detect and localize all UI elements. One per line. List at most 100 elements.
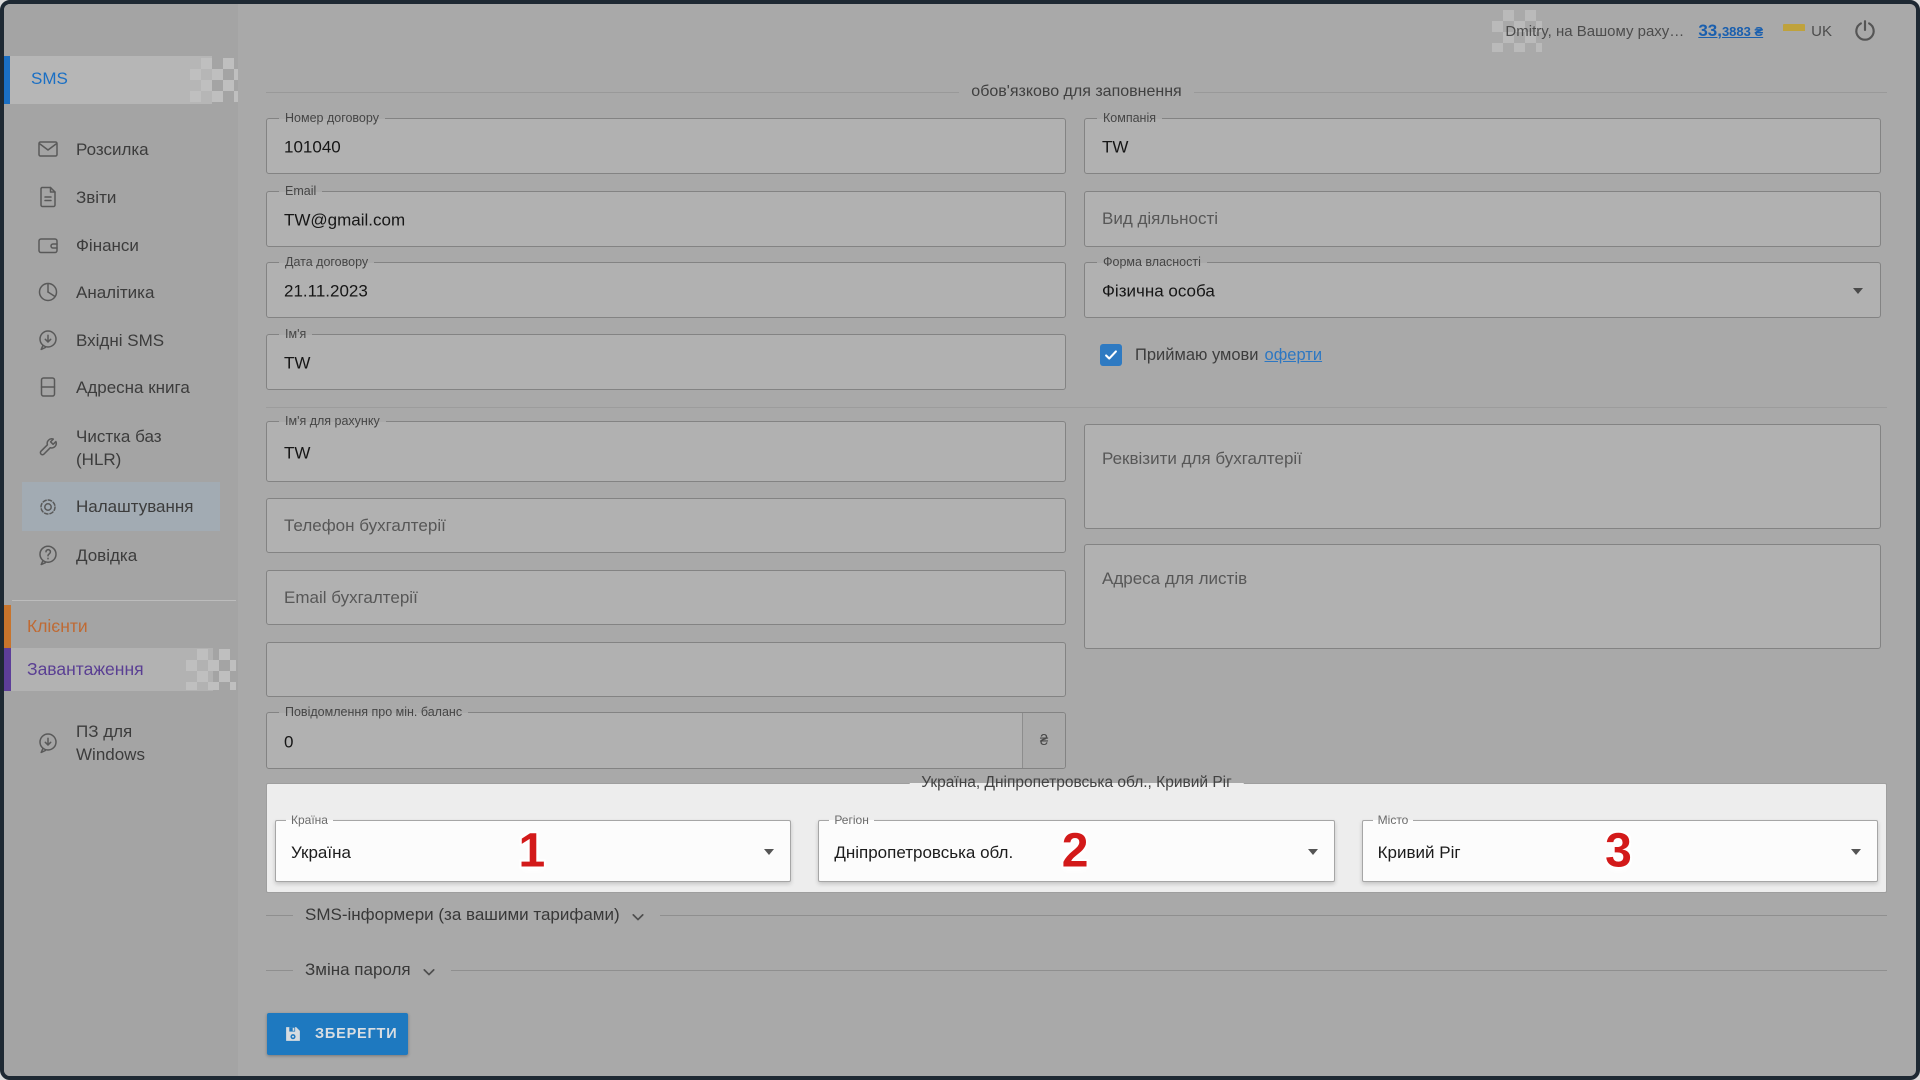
- activity-placeholder: Вид діяльності: [1102, 209, 1218, 229]
- name-value: TW: [284, 354, 310, 374]
- sidebar-item-reports[interactable]: Звіти: [4, 174, 238, 220]
- change-password-collapsible: Зміна пароля: [266, 959, 1887, 981]
- header-user-area: Dmitry, на Вашому раху… 33,3883 ₴ UK: [1505, 4, 1878, 58]
- requisites-placeholder: Реквізити для бухгалтерії: [1102, 449, 1302, 469]
- contract-number-field[interactable]: Номер договору 101040: [266, 118, 1066, 174]
- pie-chart-icon: [36, 280, 60, 304]
- annotation-badge-2: 2: [1062, 824, 1089, 879]
- sidebar-item-finance[interactable]: Фінанси: [4, 222, 238, 268]
- annotation-badge-3: 3: [1605, 824, 1632, 879]
- city-value: Кривий Ріг: [1378, 843, 1461, 863]
- sidebar-item-incoming-sms[interactable]: Вхідні SMS: [4, 317, 238, 363]
- letters-address-placeholder: Адреса для листів: [1102, 569, 1247, 589]
- min-balance-field[interactable]: Повідомлення про мін. баланс 0 ₴: [266, 712, 1066, 769]
- account-name-value: TW: [284, 443, 310, 463]
- language-switcher[interactable]: UK: [1811, 23, 1832, 40]
- change-password-toggle[interactable]: Зміна пароля: [305, 960, 411, 980]
- sidebar-sms-label: SMS: [31, 69, 68, 89]
- city-label: Місто: [1373, 813, 1414, 827]
- company-label: Компанія: [1097, 111, 1162, 126]
- sidebar-item-address-book[interactable]: Адресна книга: [4, 364, 238, 410]
- sidebar-item-hlr-cleaning[interactable]: Чистка баз (HLR): [4, 416, 238, 480]
- account-name-field[interactable]: Ім'я для рахунку TW: [266, 421, 1066, 482]
- city-select[interactable]: Місто Кривий Ріг 3: [1362, 820, 1878, 882]
- region-label: Регіон: [829, 813, 874, 827]
- accounting-email-placeholder: Email бухгалтерії: [284, 588, 418, 608]
- address-book-icon: [36, 375, 60, 399]
- sms-informers-toggle[interactable]: SMS-інформери (за вашими тарифами): [305, 905, 620, 925]
- save-button[interactable]: ЗБЕРЕГТИ: [267, 1013, 408, 1055]
- chevron-down-icon[interactable]: [421, 966, 437, 978]
- required-section-header: обов'язково для заповнення: [266, 83, 1887, 101]
- currency-suffix: ₴: [1022, 713, 1065, 768]
- required-legend: обов'язково для заповнення: [959, 83, 1193, 101]
- company-field[interactable]: Компанія TW: [1084, 118, 1881, 174]
- gear-icon: [36, 495, 60, 519]
- sidebar-item-downloads[interactable]: Завантаження: [4, 648, 238, 691]
- company-value: TW: [1102, 138, 1128, 158]
- download-icon: [36, 731, 60, 755]
- accounting-email-field[interactable]: Email бухгалтерії: [266, 570, 1066, 625]
- report-icon: [36, 185, 60, 209]
- sidebar-item-help[interactable]: Довідка: [4, 532, 238, 578]
- chevron-down-icon: [764, 849, 774, 855]
- account-summary-text[interactable]: Dmitry, на Вашому раху…: [1505, 23, 1684, 40]
- ownership-label: Форма власності: [1097, 255, 1207, 270]
- country-value: Україна: [291, 843, 351, 863]
- chevron-down-icon: [1851, 849, 1861, 855]
- transparency-checker-decoration: [186, 649, 236, 690]
- chevron-down-icon: [1853, 288, 1863, 294]
- accounting-requisites-textarea[interactable]: Реквізити для бухгалтерії: [1084, 424, 1881, 529]
- accounting-phone-field[interactable]: Телефон бухгалтерії: [266, 498, 1066, 553]
- sidebar-item-clients[interactable]: Клієнти: [4, 605, 238, 648]
- settings-page: Dmitry, на Вашому раху… 33,3883 ₴ UK SMS…: [0, 0, 1920, 1080]
- offer-terms-row: Приймаю умови оферти: [1100, 344, 1322, 366]
- sidebar-item-analytics[interactable]: Аналітика: [4, 269, 238, 315]
- logout-power-icon[interactable]: [1852, 18, 1878, 44]
- sidebar-item-mailing[interactable]: Розсилка: [4, 126, 238, 172]
- empty-field[interactable]: [266, 642, 1066, 697]
- email-value: TW@gmail.com: [284, 211, 405, 231]
- sidebar-item-settings[interactable]: Налаштування: [22, 482, 220, 531]
- save-floppy-icon: [284, 1025, 302, 1043]
- chevron-down-icon: [1308, 849, 1318, 855]
- contract-date-label: Дата договору: [279, 255, 374, 270]
- contract-date-value: 21.11.2023: [284, 282, 368, 302]
- envelope-icon: [36, 137, 60, 161]
- sidebar-item-windows-software[interactable]: ПЗ для Windows: [4, 712, 238, 774]
- country-select[interactable]: Країна Україна 1: [275, 820, 791, 882]
- ownership-select[interactable]: Форма власності Фізична особа: [1084, 262, 1881, 318]
- min-balance-value: 0: [284, 732, 293, 752]
- balance-fraction: 3883 ₴: [1722, 24, 1763, 39]
- check-icon: [1103, 347, 1119, 363]
- email-field[interactable]: Email TW@gmail.com: [266, 191, 1066, 247]
- activity-field[interactable]: Вид діяльності: [1084, 191, 1881, 247]
- ukraine-flag-icon[interactable]: [1783, 24, 1805, 38]
- min-balance-label: Повідомлення про мін. баланс: [279, 705, 468, 720]
- wallet-icon: [36, 233, 60, 257]
- chevron-down-icon[interactable]: [630, 911, 646, 923]
- offer-link[interactable]: оферти: [1265, 346, 1323, 365]
- ownership-value: Фізична особа: [1102, 282, 1215, 302]
- form-divider: [266, 407, 1887, 408]
- sms-informers-collapsible: SMS-інформери (за вашими тарифами): [266, 904, 1887, 926]
- letters-address-textarea[interactable]: Адреса для листів: [1084, 544, 1881, 649]
- balance-link[interactable]: 33,3883 ₴: [1698, 21, 1763, 41]
- help-icon: [36, 543, 60, 567]
- contract-date-field[interactable]: Дата договору 21.11.2023: [266, 262, 1066, 318]
- sidebar-divider: [12, 600, 236, 601]
- offer-checkbox[interactable]: [1100, 344, 1122, 366]
- transparency-checker-decoration: [190, 58, 238, 102]
- balance-whole: 33,: [1698, 21, 1722, 40]
- annotation-badge-1: 1: [518, 824, 545, 879]
- email-label: Email: [279, 184, 322, 199]
- country-label: Країна: [286, 813, 333, 827]
- region-select[interactable]: Регіон Дніпропетровська обл. 2: [818, 820, 1334, 882]
- name-field[interactable]: Ім'я TW: [266, 334, 1066, 390]
- sidebar-item-sms[interactable]: SMS: [4, 56, 238, 104]
- downloads-section-bar: [4, 648, 11, 691]
- save-button-label: ЗБЕРЕГТИ: [315, 1026, 397, 1042]
- name-label: Ім'я: [279, 327, 312, 342]
- clients-section-bar: [4, 605, 11, 648]
- offer-terms-label: Приймаю умови: [1135, 346, 1259, 365]
